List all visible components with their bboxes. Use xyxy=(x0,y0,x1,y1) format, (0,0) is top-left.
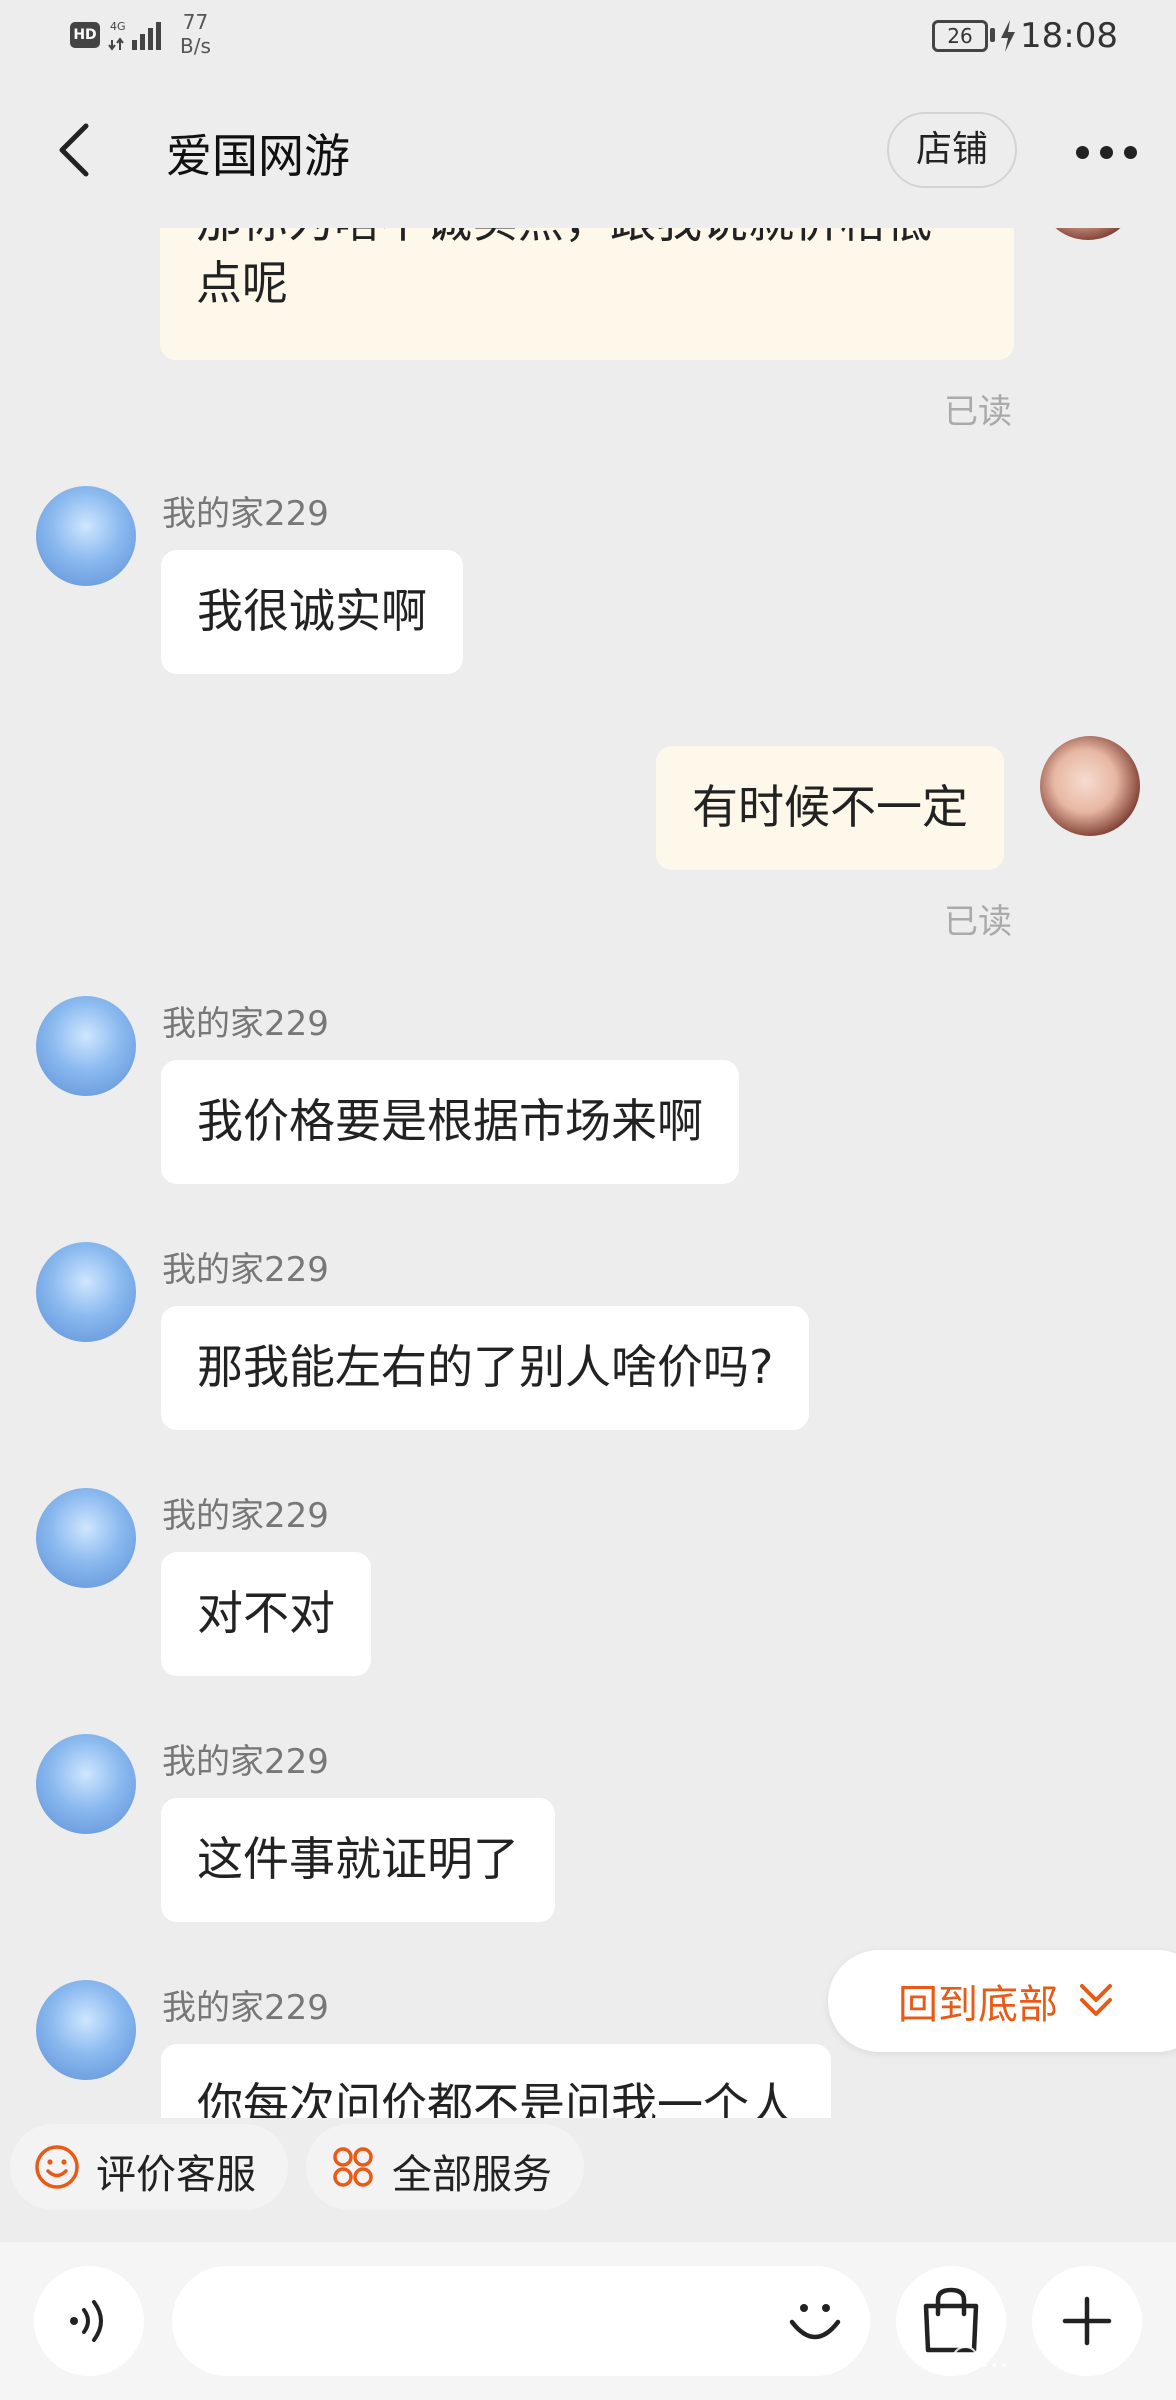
contact-avatar[interactable] xyxy=(36,1980,136,2080)
watermark: @... xyxy=(950,2340,1009,2375)
sender-name: 我的家229 xyxy=(162,1496,329,1536)
voice-icon xyxy=(70,2300,103,2342)
message-bubble-incoming[interactable]: 那我能左右的了别人啥价吗? xyxy=(161,1306,810,1430)
sender-name: 我的家229 xyxy=(162,1988,329,2028)
message-list[interactable]: 那你为啥不诚实点，跟我说就价格低 点呢 已读 我的家229 我很诚实啊 有时候不… xyxy=(0,228,1176,2118)
message-bubble-incoming[interactable]: 这件事就证明了 xyxy=(161,1798,555,1922)
input-bar xyxy=(0,2242,1176,2400)
message-bubble-incoming[interactable]: 我很诚实啊 xyxy=(161,550,463,674)
store-button[interactable]: 店铺 xyxy=(887,112,1017,188)
chat-title: 爱国网游 xyxy=(166,129,350,183)
chat-header: 爱国网游 店铺 xyxy=(0,100,1176,200)
back-arrow-icon[interactable] xyxy=(46,118,110,182)
smile-icon xyxy=(35,2145,79,2189)
message-bubble-outgoing[interactable]: 有时候不一定 xyxy=(656,746,1004,870)
hd-badge: HD xyxy=(70,22,100,48)
all-services-button[interactable]: 全部服务 xyxy=(306,2124,584,2210)
grid-icon xyxy=(333,2147,373,2187)
speed-unit: B/s xyxy=(180,34,211,58)
read-receipt: 已读 xyxy=(944,902,1012,942)
contact-avatar[interactable] xyxy=(36,1734,136,1834)
voice-input-button[interactable] xyxy=(34,2266,144,2376)
all-services-label: 全部服务 xyxy=(392,2152,552,2198)
speed-value: 77 xyxy=(182,10,209,34)
sender-name: 我的家229 xyxy=(162,1250,329,1290)
clock: 18:08 xyxy=(1020,16,1118,56)
network-type: 4G xyxy=(110,20,126,33)
battery-level: 26 xyxy=(932,20,988,52)
rate-service-label: 评价客服 xyxy=(96,2152,256,2198)
back-to-bottom-button[interactable]: 回到底部 xyxy=(828,1950,1176,2052)
contact-avatar[interactable] xyxy=(36,486,136,586)
sender-name: 我的家229 xyxy=(162,494,329,534)
double-chevron-down-icon xyxy=(1080,1984,1112,2016)
emoji-icon[interactable] xyxy=(780,2286,850,2356)
rate-service-button[interactable]: 评价客服 xyxy=(10,2124,288,2210)
my-avatar[interactable] xyxy=(1038,228,1138,240)
sender-name: 我的家229 xyxy=(162,1004,329,1044)
plus-icon xyxy=(1062,2296,1112,2346)
read-receipt: 已读 xyxy=(944,392,1012,432)
my-avatar[interactable] xyxy=(1040,736,1140,836)
contact-avatar[interactable] xyxy=(36,1242,136,1342)
message-text: 那你为啥不诚实点，跟我说就价格低 xyxy=(196,228,978,252)
message-bubble-incoming[interactable]: 我价格要是根据市场来啊 xyxy=(161,1060,739,1184)
message-text: 点呢 xyxy=(196,256,288,310)
battery-tip xyxy=(990,28,995,42)
contact-avatar[interactable] xyxy=(36,1488,136,1588)
more-actions-button[interactable] xyxy=(1032,2266,1142,2376)
signal-icon: 4G xyxy=(108,20,161,51)
message-bubble-incoming[interactable]: 对不对 xyxy=(161,1552,371,1676)
network-speed: 77 B/s xyxy=(180,10,211,58)
more-options-icon[interactable] xyxy=(1072,126,1142,176)
message-bubble-outgoing[interactable]: 那你为啥不诚实点，跟我说就价格低 点呢 xyxy=(160,228,1014,360)
status-bar: HD 4G 77 B/s 26 18:08 xyxy=(0,0,1176,80)
back-to-bottom-label: 回到底部 xyxy=(898,1982,1058,2028)
contact-avatar[interactable] xyxy=(36,996,136,1096)
message-bubble-incoming[interactable]: 你每次问价都不是问我一个人 xyxy=(161,2044,831,2118)
chat-screen: HD 4G 77 B/s 26 18:08 爱国网游 店铺 点呢 已读 我的家2… xyxy=(0,0,1176,2400)
message-input[interactable] xyxy=(172,2266,870,2376)
sender-name: 我的家229 xyxy=(162,1742,329,1782)
charging-icon xyxy=(1001,20,1015,52)
